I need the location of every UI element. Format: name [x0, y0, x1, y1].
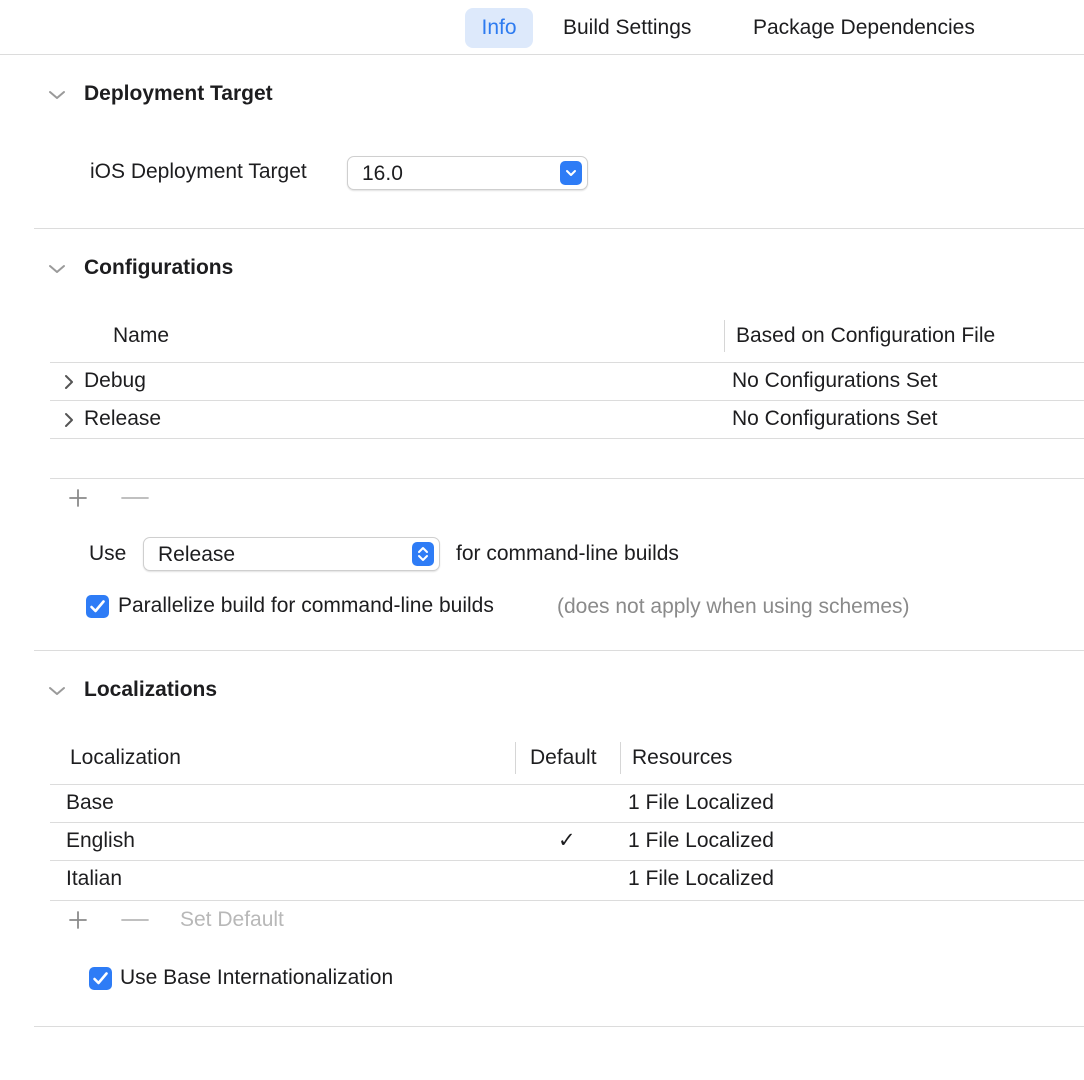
tab-build-settings[interactable]: Build Settings	[563, 8, 691, 48]
config-name: Release	[84, 407, 162, 430]
table-bottom-divider	[50, 900, 1084, 901]
column-header-localization[interactable]: Localization	[70, 745, 181, 771]
column-header-default[interactable]: Default	[530, 745, 597, 771]
ios-deployment-target-popup[interactable]: 16.0	[347, 156, 588, 190]
remove-localization-button[interactable]	[121, 910, 149, 930]
column-separator	[724, 320, 725, 352]
column-header-name[interactable]: Name	[113, 323, 169, 349]
table-bottom-divider	[50, 478, 1084, 479]
column-header-resources[interactable]: Resources	[632, 745, 732, 771]
parallelize-note: (does not apply when using schemes)	[557, 595, 910, 618]
chevron-down-icon[interactable]	[47, 681, 67, 701]
column-separator	[620, 742, 621, 774]
chevron-down-icon[interactable]	[47, 85, 67, 105]
tab-info[interactable]: Info	[465, 8, 533, 48]
section-title-deployment: Deployment Target	[84, 82, 273, 105]
checkmark-icon	[90, 600, 105, 613]
tab-package-dependencies[interactable]: Package Dependencies	[753, 8, 975, 48]
table-row[interactable]: Base 1 File Localized	[50, 785, 1084, 823]
section-divider	[34, 650, 1084, 651]
row-divider	[50, 438, 1084, 439]
use-suffix-label: for command-line builds	[456, 542, 679, 565]
localization-name: Italian	[66, 867, 123, 890]
table-row[interactable]: English ✓ 1 File Localized	[50, 823, 1084, 861]
column-separator	[515, 742, 516, 774]
tab-bar-divider	[0, 54, 1084, 55]
column-header-based-on[interactable]: Based on Configuration File	[736, 323, 995, 349]
checkmark-icon	[93, 972, 108, 985]
use-base-internationalization-checkbox[interactable]	[89, 967, 112, 990]
localization-resources: 1 File Localized	[628, 791, 774, 814]
use-base-internationalization-label[interactable]: Use Base Internationalization	[120, 965, 393, 991]
ios-deployment-target-value: 16.0	[362, 162, 403, 185]
add-configuration-button[interactable]	[68, 488, 88, 508]
localization-resources: 1 File Localized	[628, 867, 774, 890]
parallelize-checkbox[interactable]	[86, 595, 109, 618]
chevron-down-icon	[560, 161, 582, 185]
chevron-down-icon[interactable]	[47, 259, 67, 279]
section-title-configurations: Configurations	[84, 256, 234, 279]
add-localization-button[interactable]	[68, 910, 88, 930]
section-title-localizations: Localizations	[84, 678, 218, 701]
localization-default: ✓	[558, 829, 576, 852]
section-divider	[34, 228, 1084, 229]
section-divider	[34, 1026, 1084, 1027]
chevron-up-down-icon	[412, 542, 434, 566]
localization-name: Base	[66, 791, 114, 814]
table-row[interactable]: Debug No Configurations Set	[50, 363, 1084, 401]
chevron-right-icon[interactable]	[62, 412, 76, 428]
localization-resources: 1 File Localized	[628, 829, 774, 852]
chevron-right-icon[interactable]	[62, 374, 76, 390]
localization-name: English	[66, 829, 135, 852]
config-based-on[interactable]: No Configurations Set	[732, 368, 937, 394]
ios-deployment-target-label: iOS Deployment Target	[90, 160, 307, 183]
remove-configuration-button[interactable]	[121, 488, 149, 508]
table-row[interactable]: Release No Configurations Set	[50, 401, 1084, 439]
parallelize-label[interactable]: Parallelize build for command-line build…	[118, 593, 494, 619]
config-based-on[interactable]: No Configurations Set	[732, 406, 937, 432]
command-line-config-value: Release	[158, 543, 236, 566]
table-row[interactable]: Italian 1 File Localized	[50, 861, 1084, 899]
config-name: Debug	[84, 369, 146, 392]
set-default-button[interactable]: Set Default	[180, 907, 284, 933]
command-line-config-popup[interactable]: Release	[143, 537, 440, 571]
use-label: Use	[89, 542, 127, 565]
